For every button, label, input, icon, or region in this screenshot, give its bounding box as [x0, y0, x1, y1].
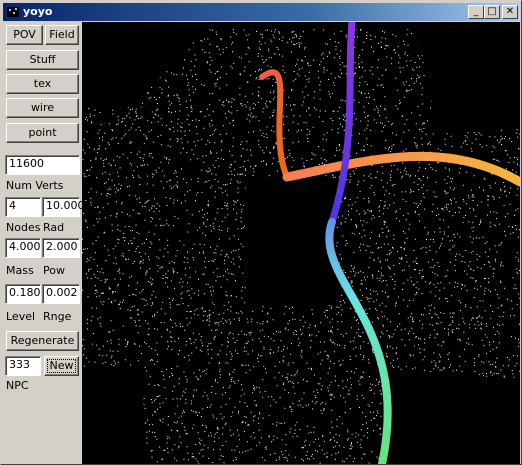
minimize-button[interactable]: _ [468, 5, 484, 19]
rad-label: Rad [43, 221, 65, 234]
scene-viewport[interactable] [82, 22, 520, 464]
num-verts-field[interactable]: 11600 [5, 155, 80, 175]
rnge-label: Rnge [43, 310, 72, 323]
nodes-label: Nodes [6, 221, 41, 234]
central-hole [246, 177, 336, 305]
background-corner-bl [82, 367, 142, 464]
npc-field[interactable]: 333 [5, 356, 41, 376]
level-field[interactable]: 0.180 [5, 284, 41, 304]
mass-label: Mass [6, 264, 34, 277]
pow-field[interactable]: 2.000 [42, 238, 80, 258]
mass-field[interactable]: 4.000 [5, 238, 41, 258]
pov-button[interactable]: POV [6, 25, 43, 45]
rad-field[interactable]: 10.000 [42, 197, 85, 217]
maximize-button[interactable]: □ [484, 5, 500, 19]
wire-button[interactable]: wire [6, 98, 79, 118]
npc-label: NPC [6, 379, 29, 392]
close-button[interactable]: ✕ [502, 5, 518, 19]
control-panel: POV Field Stuff tex wire point 11600 Num… [3, 22, 85, 464]
rnge-field[interactable]: 0.002 [42, 284, 80, 304]
level-label: Level [6, 310, 36, 323]
tex-button[interactable]: tex [6, 74, 79, 94]
regenerate-button[interactable]: Regenerate [6, 331, 79, 351]
app-icon [7, 7, 19, 17]
window-title: yoyo [23, 5, 53, 18]
field-button[interactable]: Field [45, 25, 79, 45]
new-button[interactable]: New [44, 356, 79, 376]
background-corner-tl [82, 22, 142, 107]
num-verts-label: Num Verts [6, 179, 64, 192]
app-window: yoyo _ □ ✕ POV Field Stuff tex wire poin… [0, 0, 522, 465]
point-button[interactable]: point [6, 123, 79, 143]
pow-label: Pow [43, 264, 65, 277]
title-bar[interactable]: yoyo [3, 3, 519, 21]
nodes-field[interactable]: 4 [5, 197, 41, 217]
stuff-button[interactable]: Stuff [6, 50, 79, 70]
